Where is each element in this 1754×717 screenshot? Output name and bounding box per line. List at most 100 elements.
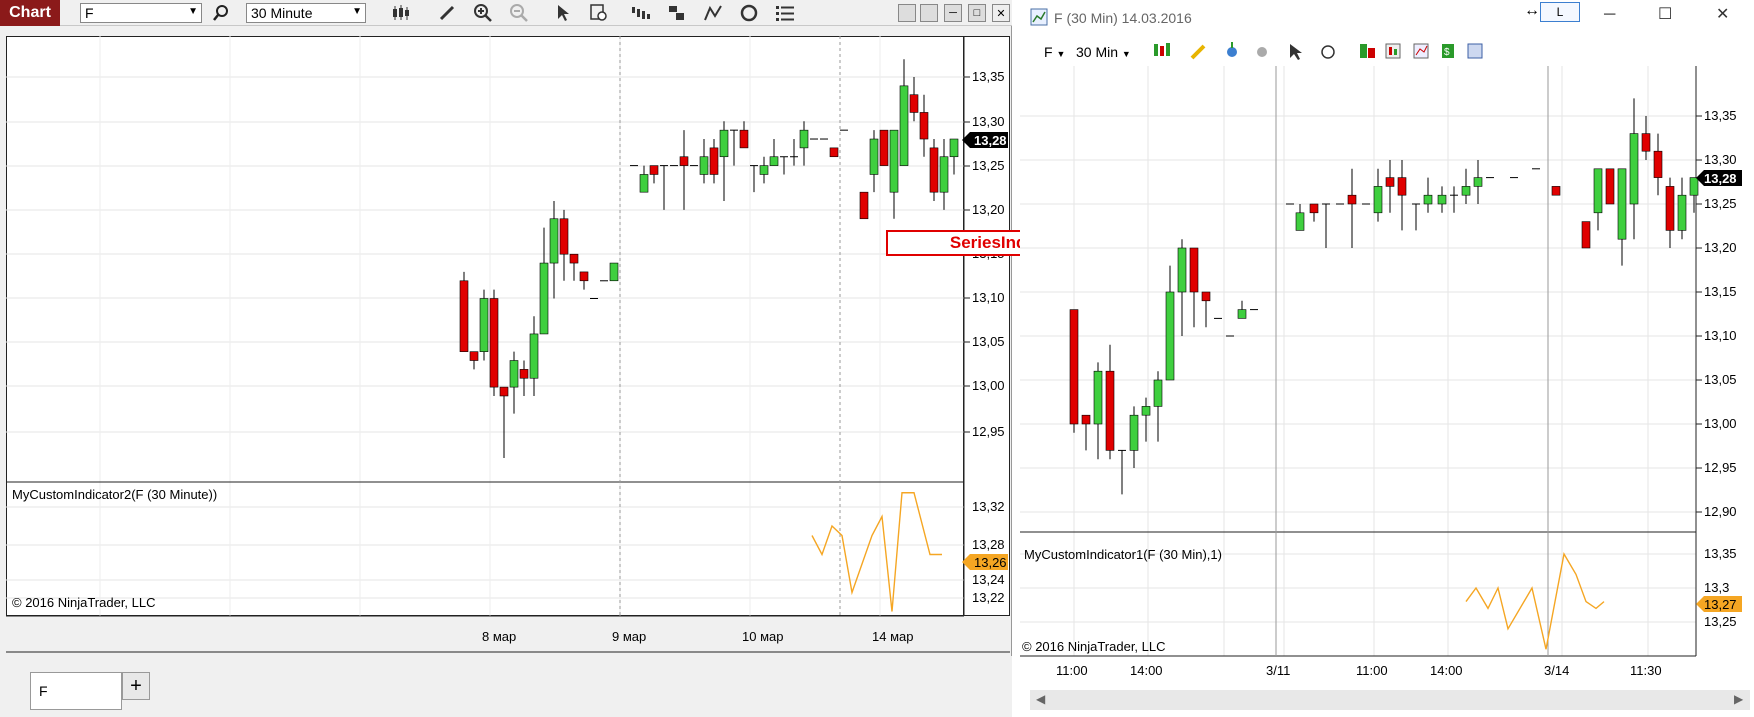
candle [660,165,668,210]
left-current-price: 13,28 [974,133,1007,148]
candle [1551,186,1561,196]
candle [1118,449,1126,495]
time-tick-label: 14:00 [1430,663,1463,678]
candle [1105,344,1115,460]
candle [709,139,719,184]
candle [739,121,749,149]
candle [1309,203,1319,222]
candle [1189,247,1199,328]
right-gridlines [1020,66,1702,656]
candle [1461,168,1471,204]
candle [899,59,909,166]
candle [1581,221,1591,249]
candle [1677,177,1687,240]
right-instrument-selector[interactable]: F ▼ [1044,44,1065,60]
price-tick-label: 13,35 [1704,108,1737,123]
window-linking-icon [1467,43,1483,59]
chevron-down-icon: ▼ [1121,49,1131,59]
indicator-tick-label: 13,25 [1704,614,1737,629]
candle [1295,204,1305,231]
chevron-down-icon: ▼ [1056,49,1066,59]
candle [549,201,559,299]
right-interval-selector[interactable]: 30 Min ▼ [1076,44,1131,60]
right-toolbar-icons: $ [1154,42,1483,60]
candle [479,289,489,361]
candle [1473,160,1483,204]
left-copyright: © 2016 NinjaTrader, LLC [12,595,156,610]
time-tick-label: 11:00 [1356,663,1388,678]
candle [1641,116,1651,160]
maximize-button[interactable]: ☐ [1658,4,1672,24]
price-tick-label: 13,25 [972,158,1005,173]
candle [1653,133,1663,196]
candle [509,351,519,414]
candle [1081,414,1091,451]
candle [919,94,929,157]
right-chart-canvas[interactable] [1020,66,1754,690]
candle [859,191,869,220]
analysis-icon [1413,43,1429,59]
link-button[interactable]: L [1540,2,1580,22]
candle [939,139,949,210]
time-tick-label: 10 мар [742,629,784,644]
scroll-right-icon[interactable]: ▶ [1734,692,1743,706]
left-indicator-line [811,492,942,612]
price-tick-label: 13,05 [972,334,1005,349]
remove-indicator-icon [1257,47,1267,57]
right-interval-value: 30 Min [1076,44,1119,60]
scroll-left-icon[interactable]: ◀ [1036,692,1045,706]
candle [1617,168,1627,266]
indicator-tick-label: 13,22 [972,590,1005,605]
left-indicator-title: MyCustomIndicator2(F (30 Minute)) [12,487,218,502]
left-session-separators [619,36,841,616]
candle [639,165,649,193]
candle [579,271,589,290]
candle [569,253,579,281]
candle [1437,186,1447,213]
candle [1629,98,1639,240]
indicator-tick-label: 13,24 [972,572,1005,587]
chart-app-icon [1030,8,1048,29]
candle [1129,406,1139,468]
svg-text:$: $ [1444,47,1450,58]
candle [489,289,499,396]
candle [1069,309,1079,433]
candle [559,209,569,281]
candle [799,121,809,166]
candle [1322,203,1330,248]
left-candles [459,59,959,458]
candle [519,360,529,396]
instrument-tab[interactable]: F [30,672,122,710]
candle [869,130,879,193]
candle [1153,371,1163,442]
candle [529,316,539,396]
price-tick-label: 13,25 [1704,196,1737,211]
right-indicator-title: MyCustomIndicator1(F (30 Min),1) [1024,547,1222,562]
close-button[interactable]: ✕ [1716,4,1729,24]
add-indicator-icon [1227,42,1237,57]
time-tick-label: 3/11 [1266,663,1291,678]
right-indicator-value: 13,27 [1704,597,1737,612]
price-tick-label: 13,00 [1704,416,1737,431]
candle [909,77,919,122]
indicator-tick-label: 13,28 [972,537,1005,552]
right-horizontal-scrollbar[interactable] [1030,690,1750,710]
price-tick-label: 13,05 [1704,372,1737,387]
candle [649,165,659,184]
add-tab-button[interactable]: + [122,672,150,700]
indicator-tick-label: 13,35 [1704,546,1737,561]
right-window-title: F (30 Min) 14.03.2016 [1054,10,1192,26]
price-tick-label: 13,30 [1704,152,1737,167]
candle [1665,177,1675,248]
candle [769,139,779,166]
candle [1165,265,1175,381]
candle [699,139,709,184]
resize-arrow-icon: ↔ [1524,2,1540,19]
minimize-button[interactable]: ─ [1604,6,1615,24]
time-tick-label: 14 мар [872,629,914,644]
time-tick-label: 11:00 [1056,663,1088,678]
candle [949,138,959,175]
money-icon: $ [1442,44,1454,58]
candle [879,129,889,166]
left-tab-strip [0,656,1012,717]
